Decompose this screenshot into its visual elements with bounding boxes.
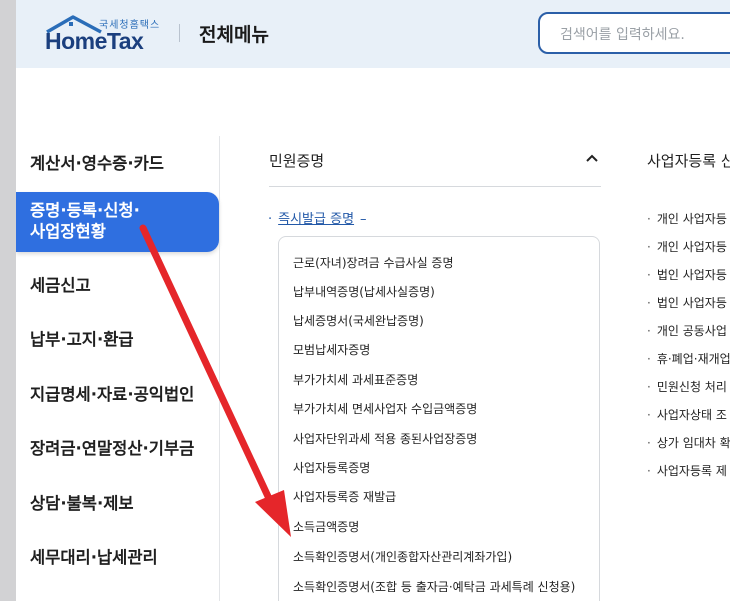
list-item[interactable]: 소득확인증명서(조합 등 출자금·예탁금 과세특례 신청용) — [293, 578, 575, 595]
list-item[interactable]: 사업자등록증명 — [293, 459, 370, 476]
sidebar-item-tax-agent[interactable]: 세무대리·납세관리 — [30, 544, 158, 568]
collapse-icon[interactable]: – — [360, 212, 367, 227]
right-list-item[interactable]: · 사업자등록 제 — [647, 462, 727, 479]
right-list-item[interactable]: · 개인 사업자등 — [647, 238, 727, 255]
list-item[interactable]: 부가가치세 과세표준증명 — [293, 371, 418, 388]
bullet: · — [268, 212, 273, 227]
right-list-item[interactable]: · 법인 사업자등 — [647, 266, 727, 283]
sidebar-divider — [219, 136, 220, 601]
chevron-up-icon[interactable] — [584, 150, 600, 166]
right-list-item[interactable]: · 사업자상태 조 — [647, 406, 727, 423]
section-title[interactable]: 민원증명 — [269, 150, 324, 171]
list-item[interactable]: 소득금액증명 — [293, 518, 359, 535]
subsection-header[interactable]: · 즉시발급 증명 – — [268, 208, 367, 227]
list-item[interactable]: 납세증명서(국세완납증명) — [293, 312, 424, 329]
hometax-logo[interactable]: 국세청홈택스 HomeTax — [43, 14, 183, 56]
sidebar-item-consult[interactable]: 상담·불복·제보 — [30, 490, 134, 514]
background-strip — [0, 0, 16, 601]
list-item[interactable]: 모범납세자증명 — [293, 341, 370, 358]
right-list-item[interactable]: · 상가 임대차 확 — [647, 434, 730, 451]
right-list-item[interactable]: · 법인 사업자등 — [647, 294, 727, 311]
subsection-link[interactable]: 즉시발급 증명 — [278, 212, 354, 227]
sidebar-item-invoice[interactable]: 계산서·영수증·카드 — [30, 150, 164, 174]
logo-wordmark: HomeTax — [45, 28, 144, 54]
list-item[interactable]: 부가가치세 면세사업자 수입금액증명 — [293, 400, 477, 417]
header: 국세청홈택스 HomeTax 전체메뉴 검색어를 입력하세요. — [16, 0, 730, 68]
right-list-item[interactable]: · 개인 사업자등 — [647, 210, 727, 227]
sidebar-item-label: 증명·등록·신청· — [30, 201, 140, 220]
section-divider — [269, 186, 601, 187]
right-section-title[interactable]: 사업자등록 신 — [647, 150, 730, 171]
sidebar-item-certificate[interactable]: 증명·등록·신청· 사업장현황 — [16, 192, 219, 252]
sidebar-item-statement[interactable]: 지급명세·자료·공익법인 — [30, 381, 194, 405]
right-list-item[interactable]: · 휴·폐업·재개업 — [647, 350, 730, 367]
sidebar-item-payment[interactable]: 납부·고지·환급 — [30, 326, 134, 350]
sidebar-item-incentive[interactable]: 장려금·연말정산·기부금 — [30, 435, 194, 459]
right-list-item[interactable]: · 개인 공동사업 — [647, 322, 727, 339]
page-title: 전체메뉴 — [199, 24, 269, 46]
certificate-list: 근로(자녀)장려금 수급사실 증명 납부내역증명(납세사실증명) 납세증명서(국… — [278, 236, 600, 601]
right-column: 사업자등록 신 · 개인 사업자등 · 개인 사업자등 · 법인 사업자등 · 법인 사… — [647, 0, 730, 601]
sidebar-item-label: 사업장현황 — [30, 222, 106, 241]
list-item[interactable]: 근로(자녀)장려금 수급사실 증명 — [293, 254, 454, 271]
sidebar-item-tax-report[interactable]: 세금신고 — [30, 272, 91, 296]
list-item[interactable]: 소득확인증명서(개인종합자산관리계좌가입) — [293, 548, 512, 565]
list-item[interactable]: 사업자등록증 재발급 — [293, 488, 396, 505]
full-menu-panel: 국세청홈택스 HomeTax 전체메뉴 검색어를 입력하세요. 계산서·영수증·… — [16, 0, 730, 601]
header-divider — [179, 24, 180, 42]
sidebar: 계산서·영수증·카드 증명·등록·신청· 사업장현황 세금신고 납부·고지·환급… — [16, 136, 219, 601]
list-item[interactable]: 사업자단위과세 적용 종된사업장증명 — [293, 430, 477, 447]
right-list-item[interactable]: · 민원신청 처리 — [647, 378, 727, 395]
list-item[interactable]: 납부내역증명(납세사실증명) — [293, 283, 435, 300]
